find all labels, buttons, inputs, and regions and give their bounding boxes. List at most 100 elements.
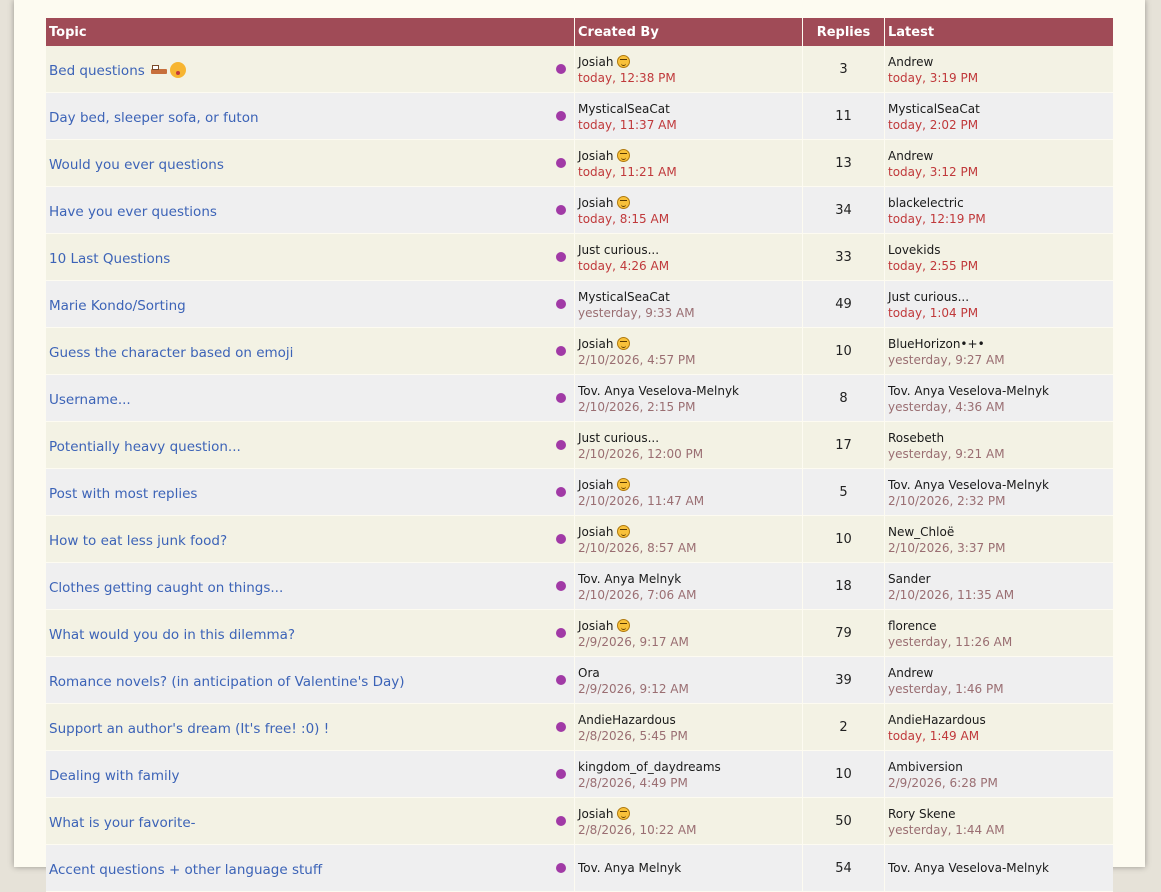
latest-time[interactable]: today, 1:04 PM — [888, 306, 1110, 320]
latest-time[interactable]: today, 12:19 PM — [888, 212, 1110, 226]
unread-dot-icon[interactable] — [556, 863, 566, 873]
unread-dot-icon[interactable] — [556, 722, 566, 732]
creator-name[interactable]: Josiah — [578, 525, 613, 539]
unread-dot-icon[interactable] — [556, 111, 566, 121]
creator-name[interactable]: Josiah — [578, 807, 613, 821]
topic-link[interactable]: Bed questions — [49, 63, 145, 79]
latest-cell: MysticalSeaCat today, 2:02 PM — [885, 93, 1113, 140]
latest-time[interactable]: today, 1:49 AM — [888, 729, 1110, 743]
header-latest[interactable]: Latest — [885, 18, 1113, 46]
latest-user-name[interactable]: New_Chloë — [888, 525, 954, 539]
unread-dot-icon[interactable] — [556, 769, 566, 779]
latest-user-name[interactable]: Lovekids — [888, 243, 940, 257]
creator-name[interactable]: Josiah — [578, 55, 613, 69]
latest-user-name[interactable]: Rory Skene — [888, 807, 956, 821]
creator-name[interactable]: MysticalSeaCat — [578, 102, 670, 116]
unread-dot-icon[interactable] — [556, 816, 566, 826]
topic-link[interactable]: Day bed, sleeper sofa, or futon — [49, 110, 259, 126]
latest-time[interactable]: yesterday, 11:26 AM — [888, 635, 1110, 649]
topic-link[interactable]: What is your favorite- — [49, 815, 196, 831]
latest-user-name[interactable]: Andrew — [888, 55, 933, 69]
unread-dot-icon[interactable] — [556, 487, 566, 497]
created-by-cell: MysticalSeaCat yesterday, 9:33 AM — [575, 281, 803, 328]
topic-link[interactable]: How to eat less junk food? — [49, 533, 227, 549]
latest-time[interactable]: today, 3:12 PM — [888, 165, 1110, 179]
topic-link[interactable]: Username... — [49, 392, 131, 408]
creator-name[interactable]: Josiah — [578, 196, 613, 210]
creator-name[interactable]: Josiah — [578, 478, 613, 492]
topic-link[interactable]: 10 Last Questions — [49, 251, 170, 267]
unread-dot-icon[interactable] — [556, 346, 566, 356]
latest-user-name[interactable]: Rosebeth — [888, 431, 944, 445]
latest-user-name[interactable]: Tov. Anya Veselova-Melnyk — [888, 478, 1049, 492]
unread-dot-icon[interactable] — [556, 534, 566, 544]
header-topic[interactable]: Topic — [46, 18, 575, 46]
latest-time[interactable]: today, 2:55 PM — [888, 259, 1110, 273]
latest-time[interactable]: yesterday, 4:36 AM — [888, 400, 1110, 414]
table-row: Accent questions + other language stuff T… — [46, 845, 1113, 892]
creator-name[interactable]: Just curious... — [578, 431, 659, 445]
latest-user-name[interactable]: MysticalSeaCat — [888, 102, 980, 116]
latest-user-name[interactable]: Ambiversion — [888, 760, 963, 774]
latest-time[interactable]: yesterday, 9:27 AM — [888, 353, 1110, 367]
latest-time[interactable]: yesterday, 9:21 AM — [888, 447, 1110, 461]
header-replies[interactable]: Replies — [803, 18, 885, 46]
table-row: Day bed, sleeper sofa, or futon MysticalS… — [46, 93, 1113, 140]
latest-user-name[interactable]: Tov. Anya Veselova-Melnyk — [888, 861, 1049, 875]
unread-dot-icon[interactable] — [556, 628, 566, 638]
creator-name[interactable]: Just curious... — [578, 243, 659, 257]
topic-link[interactable]: Marie Kondo/Sorting — [49, 298, 186, 314]
latest-user-name[interactable]: AndieHazardous — [888, 713, 986, 727]
topic-link[interactable]: What would you do in this dilemma? — [49, 627, 295, 643]
latest-user-name[interactable]: Andrew — [888, 666, 933, 680]
topic-link[interactable]: Would you ever questions — [49, 157, 224, 173]
creator-name[interactable]: kingdom_of_daydreams — [578, 760, 721, 774]
latest-time[interactable]: yesterday, 1:46 PM — [888, 682, 1110, 696]
latest-time[interactable]: 2/10/2026, 2:32 PM — [888, 494, 1110, 508]
topic-link[interactable]: Clothes getting caught on things... — [49, 580, 283, 596]
unread-dot-icon[interactable] — [556, 581, 566, 591]
creator-name[interactable]: Tov. Anya Melnyk — [578, 861, 681, 875]
topic-link[interactable]: Dealing with family — [49, 768, 180, 784]
unread-dot-icon[interactable] — [556, 64, 566, 74]
latest-cell: Tov. Anya Veselova-Melnyk yesterday, 4:36… — [885, 375, 1113, 422]
latest-time[interactable]: 2/10/2026, 11:35 AM — [888, 588, 1110, 602]
latest-time[interactable]: yesterday, 1:44 AM — [888, 823, 1110, 837]
latest-user-name[interactable]: BlueHorizon•+• — [888, 337, 985, 351]
creator-name[interactable]: Josiah — [578, 149, 613, 163]
topic-link[interactable]: Romance novels? (in anticipation of Vale… — [49, 674, 405, 690]
creator-name[interactable]: Ora — [578, 666, 600, 680]
topic-link[interactable]: Support an author's dream (It's free! :0… — [49, 721, 329, 737]
table-row: Romance novels? (in anticipation of Vale… — [46, 657, 1113, 704]
topic-link[interactable]: Potentially heavy question... — [49, 439, 241, 455]
unread-dot-icon[interactable] — [556, 393, 566, 403]
reply-count: 49 — [803, 281, 885, 328]
creator-name[interactable]: AndieHazardous — [578, 713, 676, 727]
latest-user-name[interactable]: florence — [888, 619, 937, 633]
latest-user-name[interactable]: Tov. Anya Veselova-Melnyk — [888, 384, 1049, 398]
creator-name[interactable]: Tov. Anya Melnyk — [578, 572, 681, 586]
creator-name[interactable]: Tov. Anya Veselova-Melnyk — [578, 384, 739, 398]
latest-time[interactable]: today, 2:02 PM — [888, 118, 1110, 132]
unread-dot-icon[interactable] — [556, 252, 566, 262]
latest-user-name[interactable]: Sander — [888, 572, 931, 586]
topic-link[interactable]: Post with most replies — [49, 486, 197, 502]
topic-link[interactable]: Accent questions + other language stuff — [49, 862, 322, 878]
latest-user-name[interactable]: blackelectric — [888, 196, 964, 210]
latest-time[interactable]: 2/10/2026, 3:37 PM — [888, 541, 1110, 555]
latest-user-name[interactable]: Just curious... — [888, 290, 969, 304]
creator-name[interactable]: MysticalSeaCat — [578, 290, 670, 304]
latest-user-name[interactable]: Andrew — [888, 149, 933, 163]
unread-dot-icon[interactable] — [556, 675, 566, 685]
creator-name[interactable]: Josiah — [578, 337, 613, 351]
creator-name[interactable]: Josiah — [578, 619, 613, 633]
header-created-by[interactable]: Created By — [575, 18, 803, 46]
topic-link[interactable]: Have you ever questions — [49, 204, 217, 220]
unread-dot-icon[interactable] — [556, 299, 566, 309]
latest-time[interactable]: 2/9/2026, 6:28 PM — [888, 776, 1110, 790]
unread-dot-icon[interactable] — [556, 205, 566, 215]
latest-time[interactable]: today, 3:19 PM — [888, 71, 1110, 85]
unread-dot-icon[interactable] — [556, 440, 566, 450]
topic-link[interactable]: Guess the character based on emoji — [49, 345, 293, 361]
unread-dot-icon[interactable] — [556, 158, 566, 168]
